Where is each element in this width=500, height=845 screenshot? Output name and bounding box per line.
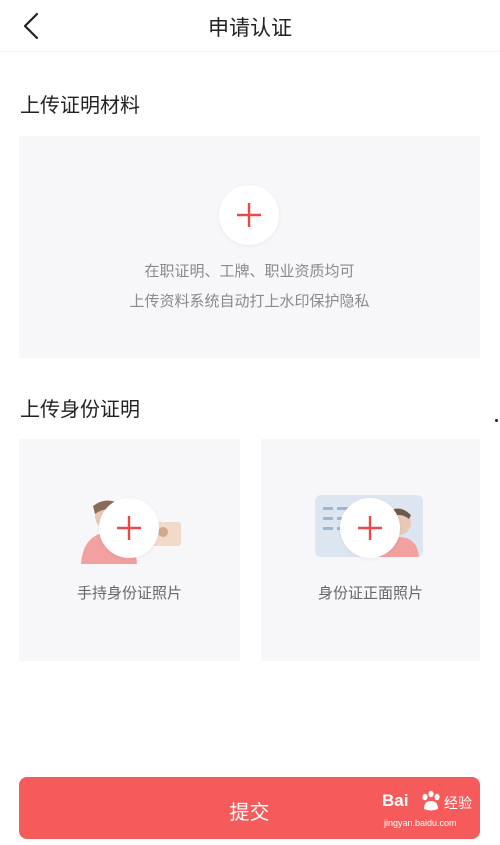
top-bar: 申请认证 xyxy=(0,0,500,52)
section-title-materials: 上传证明材料 xyxy=(20,93,140,117)
section-title-identity: 上传身份证明 xyxy=(20,397,140,421)
upload-handheld-id-box[interactable]: 手持身份证照片 xyxy=(19,439,240,661)
watermark-url: jingyan.baidu.com xyxy=(384,818,457,828)
stray-dot xyxy=(495,419,498,422)
materials-hint-line2: 上传资料系统自动打上水印保护隐私 xyxy=(129,292,370,310)
handheld-id-label: 手持身份证照片 xyxy=(76,584,182,602)
watermark-suffix: 经验 xyxy=(444,796,472,812)
id-front-label: 身份证正面照片 xyxy=(317,584,423,602)
baidu-jingyan-watermark: Bai 经验 jingyan.baidu.com xyxy=(382,790,482,837)
add-handheld-id-button[interactable] xyxy=(99,498,159,558)
upload-id-front-box[interactable]: 身份证正面照片 xyxy=(261,439,480,661)
materials-hint-line1: 在职证明、工牌、职业资质均可 xyxy=(144,262,355,280)
plus-icon xyxy=(117,516,141,540)
page-title: 申请认证 xyxy=(208,16,292,40)
add-materials-button[interactable] xyxy=(219,185,279,245)
watermark-brand: Bai xyxy=(382,791,409,810)
upload-materials-box[interactable]: 在职证明、工牌、职业资质均可 上传资料系统自动打上水印保护隐私 xyxy=(19,136,480,358)
plus-icon xyxy=(358,516,382,540)
plus-icon xyxy=(237,203,261,227)
add-id-front-button[interactable] xyxy=(340,498,400,558)
paw-icon xyxy=(422,790,440,811)
